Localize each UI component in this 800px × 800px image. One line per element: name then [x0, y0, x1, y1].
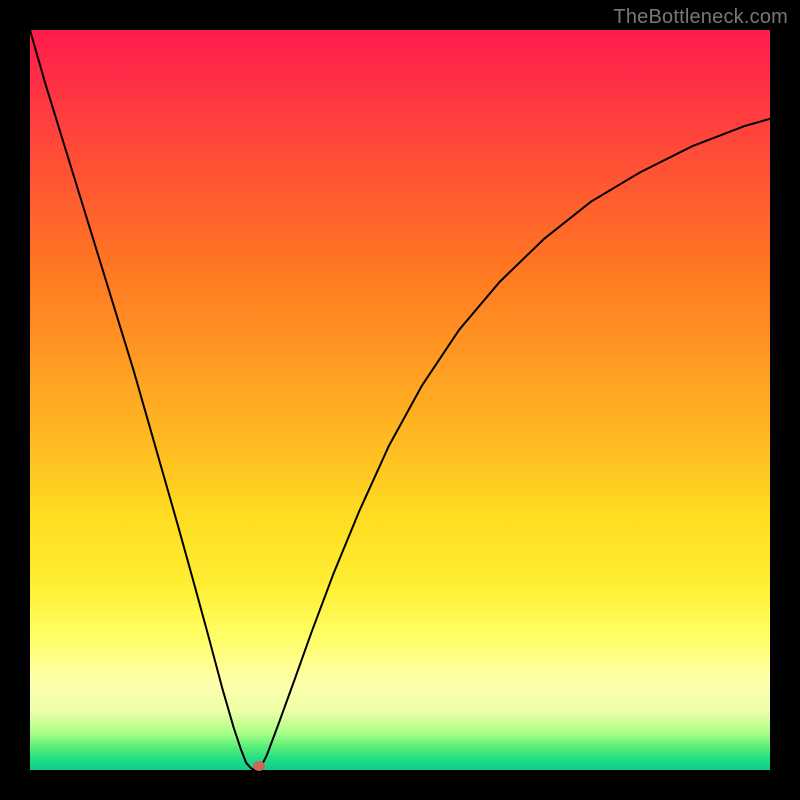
chart-frame: TheBottleneck.com: [0, 0, 800, 800]
watermark-text: TheBottleneck.com: [613, 6, 788, 29]
optimum-marker: [253, 761, 265, 771]
bottleneck-curve: [30, 30, 770, 770]
plot-area: [30, 30, 770, 770]
